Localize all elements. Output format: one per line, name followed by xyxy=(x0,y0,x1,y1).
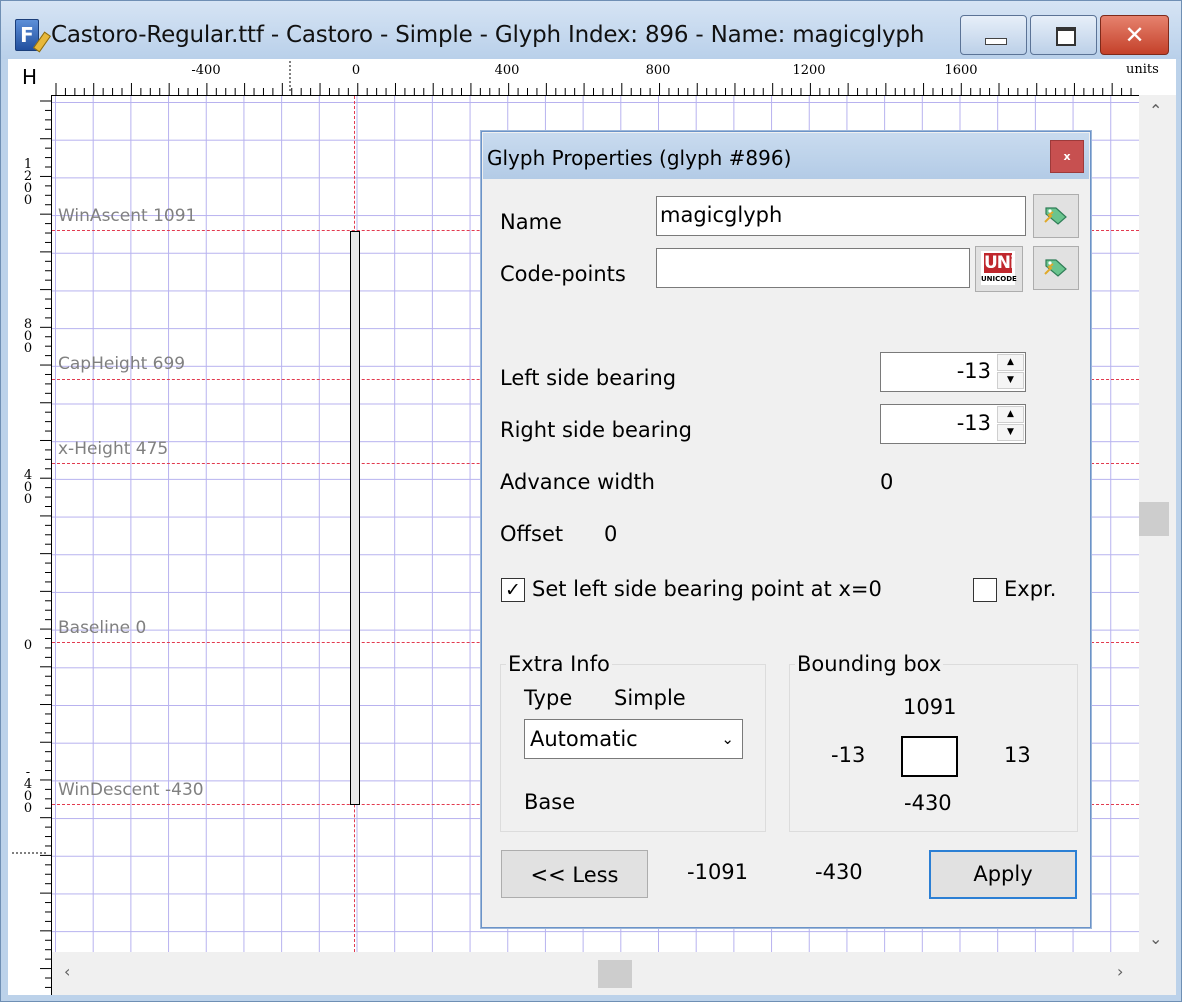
ruler-label: 0 xyxy=(351,63,361,78)
type-value: Simple xyxy=(614,686,686,710)
type-label: Type xyxy=(524,686,573,710)
offset-value: 0 xyxy=(604,522,618,546)
baseline-label: Baseline 0 xyxy=(58,618,147,638)
ruler-label: 400 xyxy=(494,63,520,78)
apply-button[interactable]: Apply xyxy=(929,850,1077,899)
unicode-button[interactable]: UNi UNICODE xyxy=(975,246,1023,292)
rsb-value[interactable]: -13 xyxy=(957,411,991,435)
dialog-close-button[interactable]: x xyxy=(1050,140,1084,173)
ruler-label: 800 xyxy=(645,63,671,78)
ruler-label-vertical: 800 xyxy=(23,317,33,356)
close-button[interactable]: ✕ xyxy=(1100,15,1169,55)
tag-icon xyxy=(1044,207,1067,225)
ruler-label: -400 xyxy=(191,63,221,78)
spin-down-icon[interactable]: ▼ xyxy=(997,372,1024,389)
lsb-spinner[interactable]: -13 ▲ ▼ xyxy=(880,352,1026,392)
maximize-icon xyxy=(1056,27,1076,46)
less-button[interactable]: << Less xyxy=(501,850,648,898)
scroll-down-icon[interactable]: ⌄ xyxy=(1149,929,1162,948)
scrollbar-corner xyxy=(1139,952,1176,995)
horizontal-ruler-ticks xyxy=(55,61,1132,95)
winascent-label: WinAscent 1091 xyxy=(58,206,197,226)
set-lsb-label[interactable]: Set left side bearing point at x=0 xyxy=(532,577,882,601)
horizontal-ruler: H -400 0 400 800 1200 1600 units xyxy=(8,59,1176,96)
bbox-right-value: 13 xyxy=(1004,743,1031,767)
vertical-scrollbar[interactable]: ⌃ ⌄ xyxy=(1139,95,1176,952)
advance-width-value: 0 xyxy=(880,470,894,494)
horizontal-scroll-thumb[interactable] xyxy=(598,960,632,988)
bbox-bottom-value: -430 xyxy=(904,791,952,815)
rsb-spinner[interactable]: -13 ▲ ▼ xyxy=(880,404,1026,444)
ruler-label: 1600 xyxy=(944,63,978,78)
lsb-label: Left side bearing xyxy=(500,366,677,390)
base-label: Base xyxy=(524,790,576,814)
minimize-button[interactable] xyxy=(960,15,1027,55)
scroll-right-icon[interactable]: › xyxy=(1117,962,1123,981)
bounding-box-title: Bounding box xyxy=(795,652,944,676)
bbox-top-value: 1091 xyxy=(903,695,957,719)
footer-value-2: -430 xyxy=(815,860,863,884)
spin-up-icon[interactable]: ▲ xyxy=(997,406,1024,423)
dialog-title: Glyph Properties (glyph #896) xyxy=(487,146,792,170)
windescent-label: WinDescent -430 xyxy=(58,780,204,800)
set-lsb-checkbox[interactable]: ✓ xyxy=(501,578,525,602)
ruler-label-vertical: -400 xyxy=(23,765,33,816)
dialog-title-bar[interactable]: Glyph Properties (glyph #896) x xyxy=(483,133,1089,179)
name-field[interactable]: magicglyph xyxy=(656,196,1026,236)
horizontal-scrollbar[interactable]: ‹ › xyxy=(52,952,1139,995)
glyph-outline[interactable] xyxy=(350,231,360,805)
type-select-value: Automatic xyxy=(530,727,638,751)
title-bar[interactable]: F Castoro-Regular.ttf - Castoro - Simple… xyxy=(1,1,1181,59)
minimize-icon xyxy=(985,38,1007,45)
close-icon: ✕ xyxy=(1124,21,1145,49)
name-label: Name xyxy=(500,210,562,234)
offset-label: Offset xyxy=(500,522,564,546)
tag-icon xyxy=(1044,259,1067,277)
ruler-label-vertical: 1200 xyxy=(23,157,33,208)
vertical-ruler-ticks xyxy=(12,100,51,988)
maximize-button[interactable] xyxy=(1030,15,1097,55)
advance-width-label: Advance width xyxy=(500,470,655,494)
chevron-down-icon: ⌄ xyxy=(721,730,734,748)
lsb-value[interactable]: -13 xyxy=(957,359,991,383)
window-title: Castoro-Regular.ttf - Castoro - Simple -… xyxy=(51,22,925,48)
rsb-label: Right side bearing xyxy=(500,418,692,442)
footer-value-1: -1091 xyxy=(687,860,749,884)
units-label: units xyxy=(1126,62,1159,77)
app-window: F Castoro-Regular.ttf - Castoro - Simple… xyxy=(0,0,1182,1002)
name-lookup-button[interactable] xyxy=(1033,194,1079,238)
type-select[interactable]: Automatic ⌄ xyxy=(524,719,743,759)
ruler-corner-label[interactable]: H xyxy=(22,65,37,89)
scroll-left-icon[interactable]: ‹ xyxy=(64,962,70,981)
expr-checkbox[interactable] xyxy=(973,578,997,602)
glyph-properties-dialog: Glyph Properties (glyph #896) x Name mag… xyxy=(481,131,1091,928)
codepoints-label: Code-points xyxy=(500,262,626,286)
unicode-icon: UNi UNICODE xyxy=(981,251,1017,285)
xheight-label: x-Height 475 xyxy=(58,439,169,459)
scroll-up-icon[interactable]: ⌃ xyxy=(1149,101,1162,120)
codepoint-lookup-button[interactable] xyxy=(1033,246,1079,290)
spin-up-icon[interactable]: ▲ xyxy=(997,354,1024,371)
bounding-box-preview xyxy=(901,736,958,777)
vertical-scroll-thumb[interactable] xyxy=(1139,502,1169,536)
capheight-label: CapHeight 699 xyxy=(58,354,186,374)
ruler-label-vertical: 400 xyxy=(23,468,33,507)
bbox-left-value: -13 xyxy=(831,743,866,767)
codepoints-field[interactable] xyxy=(656,248,970,288)
fontcreator-app-icon[interactable]: F xyxy=(15,19,52,53)
vertical-ruler: 1200 800 400 0 -400 xyxy=(8,95,52,995)
spin-down-icon[interactable]: ▼ xyxy=(997,424,1024,441)
ruler-label: 1200 xyxy=(792,63,826,78)
ruler-label-vertical: 0 xyxy=(23,638,33,653)
extra-info-title: Extra Info xyxy=(506,652,612,676)
expr-label[interactable]: Expr. xyxy=(1004,577,1056,601)
